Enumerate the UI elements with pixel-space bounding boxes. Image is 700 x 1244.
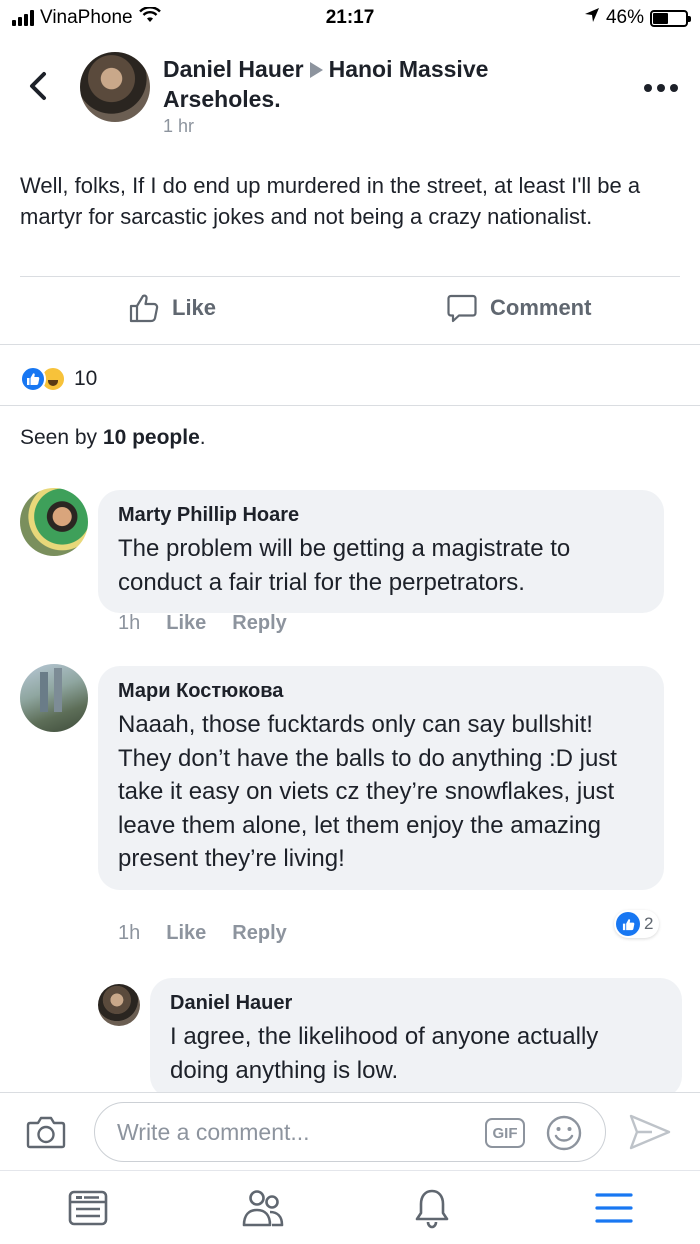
- battery-percent: 46%: [605, 7, 644, 28]
- tab-menu[interactable]: [592, 1187, 636, 1229]
- post-body: Well, folks, If I do end up murdered in …: [20, 173, 641, 229]
- post-author-name[interactable]: Daniel Hauer: [163, 56, 304, 82]
- comment-input-box[interactable]: GIF: [94, 1102, 606, 1162]
- seen-by-prefix: Seen by: [20, 426, 103, 449]
- comment-meta: 1h Like Reply: [118, 922, 287, 945]
- comment-like-count: 2: [644, 914, 654, 933]
- reply-text: I agree, the likelihood of anyone actual…: [170, 1023, 599, 1084]
- comment-time[interactable]: 1h: [118, 612, 140, 635]
- news-feed-icon: [68, 1190, 108, 1226]
- comment-reply-button[interactable]: Reply: [232, 612, 286, 635]
- emoji-button[interactable]: [545, 1114, 583, 1152]
- camera-icon: [26, 1116, 66, 1149]
- tab-news-feed[interactable]: [66, 1187, 110, 1229]
- menu-icon: [595, 1193, 633, 1223]
- comment-text: Naaah, those fucktards only can say bull…: [118, 711, 617, 872]
- more-dots-icon: [644, 84, 652, 92]
- comment-like-button[interactable]: Like: [166, 922, 206, 945]
- back-button[interactable]: [24, 66, 54, 106]
- comment-author[interactable]: Marty Phillip Hoare: [118, 502, 644, 528]
- comment-composer: GIF: [0, 1092, 700, 1170]
- comment-bubble[interactable]: Marty Phillip Hoare The problem will be …: [98, 490, 664, 613]
- bottom-tab-bar: [0, 1170, 700, 1244]
- comment-button-label: Comment: [490, 295, 592, 320]
- reply-avatar[interactable]: [98, 984, 140, 1026]
- divider: [20, 276, 680, 277]
- like-button[interactable]: Like: [128, 292, 216, 324]
- status-right: 46%: [584, 7, 691, 29]
- comment-text: The problem will be getting a magistrate…: [118, 535, 571, 596]
- speech-bubble-icon: [447, 294, 477, 323]
- comment-button[interactable]: Comment: [446, 292, 591, 324]
- smiley-icon: [546, 1115, 582, 1151]
- comment-reaction-badge[interactable]: 2: [614, 910, 660, 938]
- gif-button[interactable]: GIF: [485, 1118, 525, 1148]
- battery-level: [653, 12, 668, 24]
- divider: [0, 405, 700, 406]
- tab-notifications[interactable]: [410, 1187, 454, 1229]
- reactions-summary[interactable]: 10: [20, 366, 97, 392]
- more-options-button[interactable]: [644, 84, 678, 92]
- group-arrow-icon: [309, 61, 323, 78]
- status-bar: VinaPhone 21:17 46%: [0, 0, 700, 38]
- post-author-line: Daniel Hauer Hanoi Massive Arseholes.: [163, 54, 603, 114]
- reply-bubble[interactable]: Daniel Hauer I agree, the likelihood of …: [150, 978, 682, 1098]
- post-author-avatar[interactable]: [80, 52, 150, 122]
- groups-icon: [242, 1190, 284, 1227]
- seen-by-suffix: .: [199, 426, 206, 449]
- comment-reply-button[interactable]: Reply: [232, 922, 286, 945]
- divider: [0, 344, 700, 345]
- camera-button[interactable]: [26, 1114, 66, 1150]
- thumbs-up-icon: [129, 294, 159, 323]
- tab-groups[interactable]: [241, 1187, 285, 1229]
- commenter-avatar[interactable]: [20, 664, 88, 732]
- bell-icon: [415, 1189, 449, 1229]
- commenter-avatar[interactable]: [20, 488, 88, 556]
- send-button[interactable]: [628, 1113, 672, 1151]
- location-arrow-icon: [584, 7, 600, 29]
- comment-time[interactable]: 1h: [118, 922, 140, 945]
- like-button-label: Like: [172, 295, 217, 320]
- battery-icon: [650, 9, 691, 27]
- seen-by-text[interactable]: Seen by 10 people.: [20, 426, 206, 450]
- comment-author[interactable]: Мари Костюкова: [118, 678, 644, 704]
- comment-meta: 1h Like Reply: [118, 612, 287, 635]
- seen-by-count: 10 people: [102, 426, 200, 449]
- comment-like-button[interactable]: Like: [166, 612, 206, 635]
- like-reaction-icon: [20, 366, 46, 392]
- comment-input[interactable]: [117, 1115, 457, 1149]
- reply-author[interactable]: Daniel Hauer: [170, 990, 662, 1016]
- chevron-left-icon: [30, 72, 46, 100]
- send-icon: [629, 1114, 671, 1150]
- reaction-count: 10: [74, 367, 98, 390]
- comment-bubble[interactable]: Мари Костюкова Naaah, those fucktards on…: [98, 666, 664, 890]
- like-reaction-icon: [616, 912, 640, 936]
- post-timestamp[interactable]: 1 hr: [163, 116, 194, 137]
